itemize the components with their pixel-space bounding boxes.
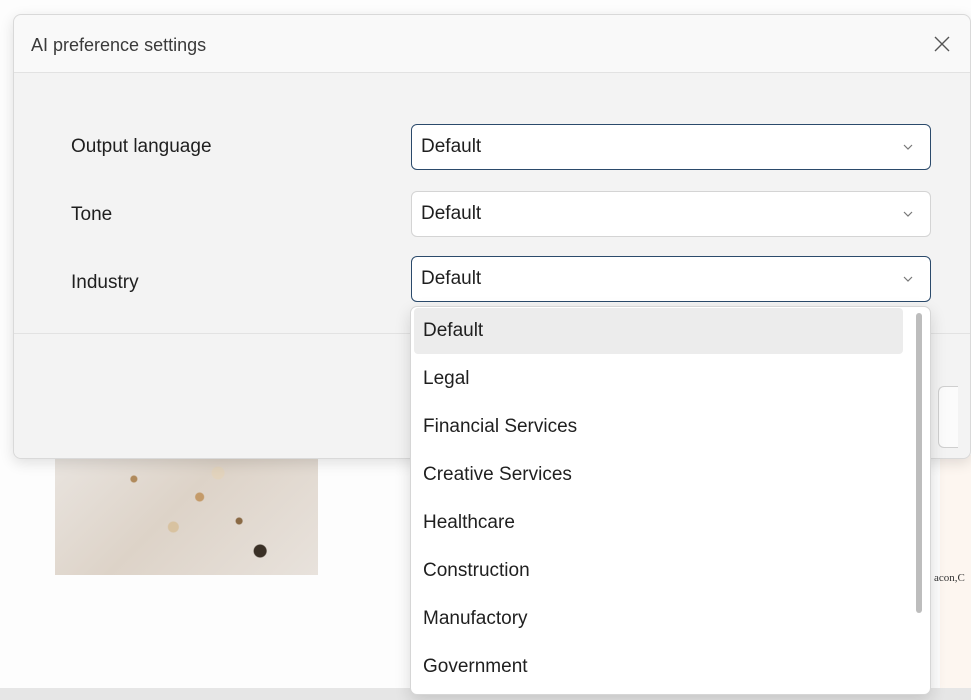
tone-select[interactable]: Default	[411, 191, 931, 237]
tone-label: Tone	[71, 204, 113, 225]
screen: acon,C AI preference settings Output lan…	[0, 0, 971, 700]
footer-button[interactable]	[938, 386, 958, 448]
dropdown-option-government[interactable]: Government	[414, 644, 903, 690]
dropdown-scrollbar[interactable]	[916, 313, 922, 613]
output-language-label: Output language	[71, 136, 212, 157]
industry-select[interactable]: Default	[411, 256, 931, 302]
dialog-header: AI preference settings	[14, 15, 970, 73]
output-language-select[interactable]: Default	[411, 124, 931, 170]
output-language-value: Default	[421, 136, 482, 157]
dialog-title: AI preference settings	[31, 35, 207, 55]
chevron-down-icon	[902, 141, 914, 153]
chevron-down-icon	[902, 208, 914, 220]
industry-label: Industry	[71, 272, 139, 293]
dropdown-option-default[interactable]: Default	[414, 308, 903, 354]
chevron-down-icon	[902, 273, 914, 285]
dropdown-option-legal[interactable]: Legal	[414, 356, 903, 402]
tone-value: Default	[421, 203, 482, 224]
background-text-snippet: acon,C	[934, 572, 965, 584]
background-photo	[55, 455, 318, 575]
dropdown-option-healthcare[interactable]: Healthcare	[414, 500, 903, 546]
dropdown-option-manufactory[interactable]: Manufactory	[414, 596, 903, 642]
close-button[interactable]	[928, 30, 956, 58]
industry-dropdown-list: Default Legal Financial Services Creativ…	[410, 306, 931, 695]
dropdown-option-creative-services[interactable]: Creative Services	[414, 452, 903, 498]
industry-value: Default	[421, 268, 482, 289]
dropdown-option-financial-services[interactable]: Financial Services	[414, 404, 903, 450]
dialog-body: Output language Default Tone Default Ind…	[14, 73, 970, 333]
close-icon	[934, 36, 950, 52]
dropdown-option-construction[interactable]: Construction	[414, 548, 903, 594]
